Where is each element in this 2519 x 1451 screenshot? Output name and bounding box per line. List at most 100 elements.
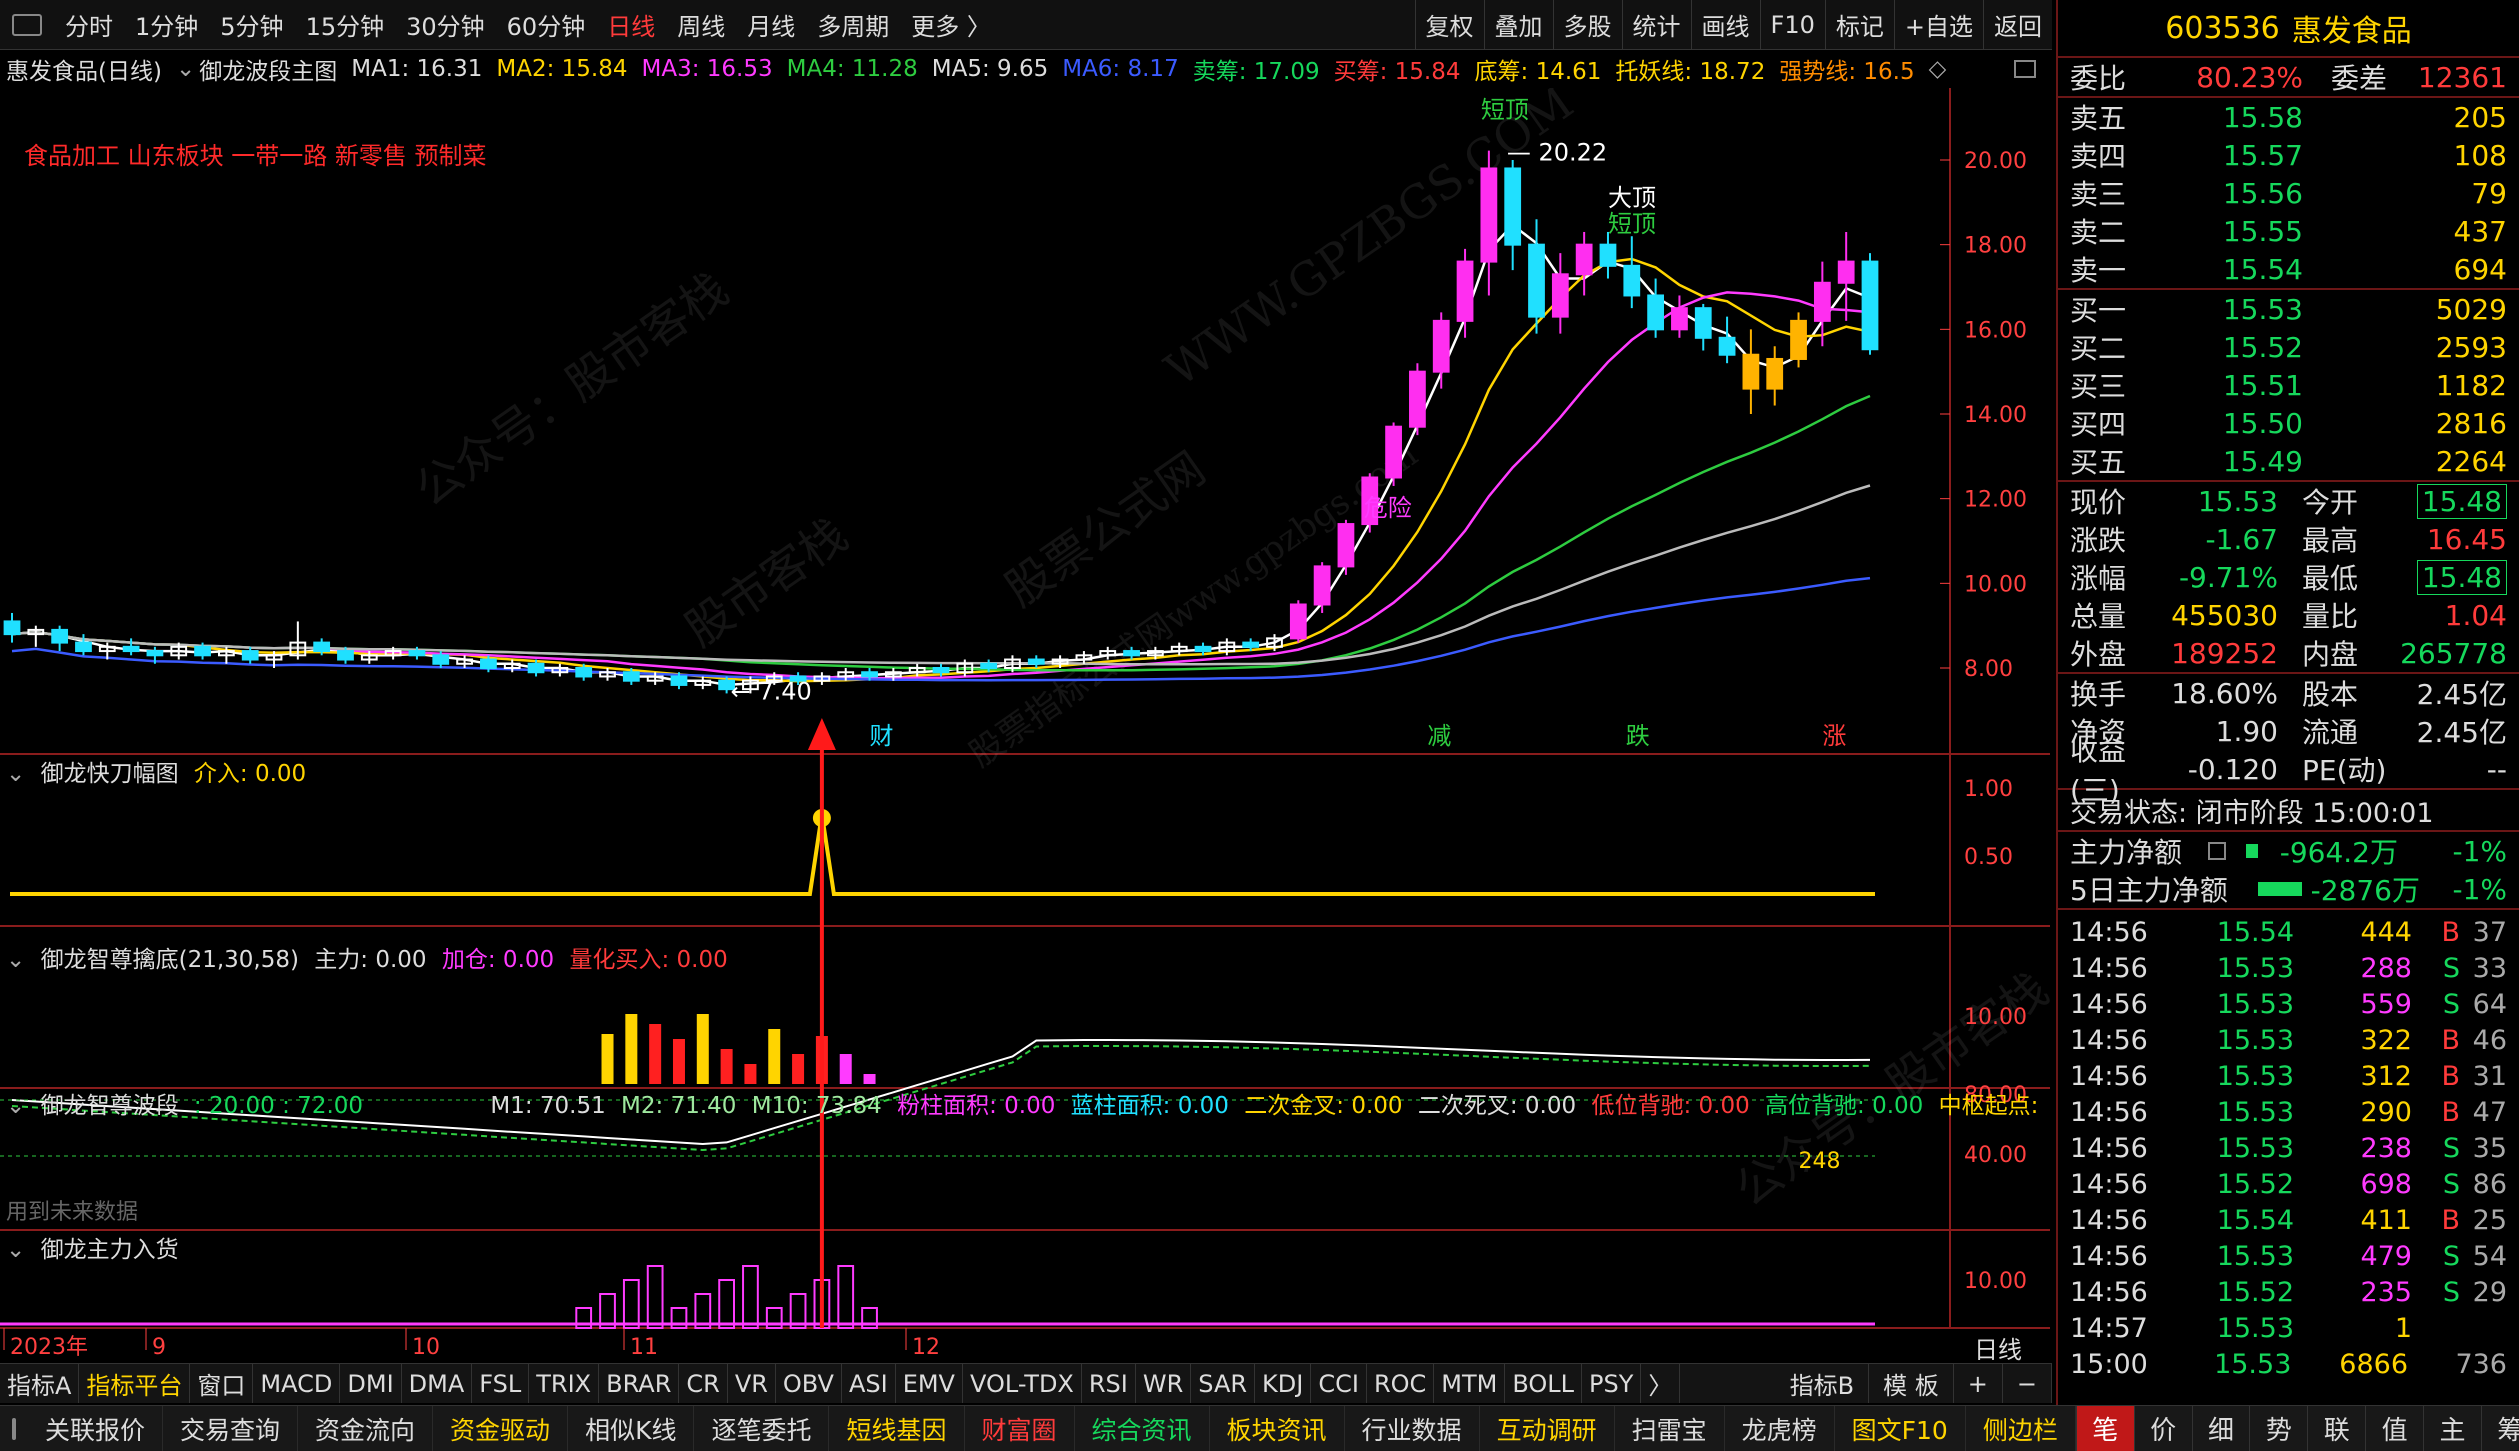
indicator-tab[interactable]: RSI xyxy=(1082,1364,1136,1403)
indicator-tab[interactable]: FSL xyxy=(472,1364,530,1403)
main-indicator-name[interactable]: 御龙波段主图 xyxy=(199,52,337,86)
book-row[interactable]: 卖三 15.56 79 xyxy=(2058,174,2519,212)
indicator-tab[interactable]: VR xyxy=(728,1364,776,1403)
tool-button[interactable]: +自选 xyxy=(1893,0,1983,49)
indicator-tab[interactable]: BRAR xyxy=(599,1364,680,1403)
book-row[interactable]: 买五 15.49 2264 xyxy=(2058,442,2519,480)
indicator-tab[interactable]: EMV xyxy=(896,1364,963,1403)
period-tab[interactable]: 60分钟 xyxy=(496,7,597,42)
side-tab[interactable]: 势 xyxy=(2249,1406,2307,1451)
collapse-icon[interactable]: ⌄ xyxy=(6,761,25,787)
book-row[interactable]: 卖四 15.57 108 xyxy=(2058,136,2519,174)
side-tab[interactable]: 值 xyxy=(2365,1406,2423,1451)
book-row[interactable]: 卖二 15.55 437 xyxy=(2058,212,2519,250)
period-tab[interactable]: 1分钟 xyxy=(124,7,209,42)
footer-link[interactable]: 逐笔委托 xyxy=(694,1406,830,1451)
side-tab[interactable]: 联 xyxy=(2307,1406,2365,1451)
indicator-control[interactable]: 指标B xyxy=(1776,1364,1870,1403)
kuaidao-name[interactable]: 御龙快刀幅图 xyxy=(41,761,179,787)
tool-button[interactable]: 返回 xyxy=(1983,0,2052,49)
footer-link[interactable]: 交易查询 xyxy=(163,1406,299,1451)
indicator-tab[interactable]: 〉 xyxy=(1641,1364,1681,1403)
side-tab[interactable]: 价 xyxy=(2133,1406,2192,1451)
tool-button[interactable]: 画线 xyxy=(1690,0,1760,49)
indicator-tab[interactable]: ASI xyxy=(842,1364,896,1403)
period-tab[interactable]: 15分钟 xyxy=(295,7,396,42)
indicator-tab[interactable]: 指标A xyxy=(0,1364,80,1403)
footer-link[interactable]: 互动调研 xyxy=(1480,1406,1615,1451)
indicator-tab[interactable]: WR xyxy=(1136,1364,1192,1403)
period-tab[interactable]: 30分钟 xyxy=(395,7,496,42)
footer-link[interactable]: 相似K线 xyxy=(568,1406,695,1451)
footer-link[interactable]: 扫雷宝 xyxy=(1615,1406,1725,1451)
footer-link[interactable]: 资金流向 xyxy=(298,1406,434,1451)
indicator-tab[interactable]: CCI xyxy=(1311,1364,1367,1403)
window-menu-icon[interactable] xyxy=(12,13,42,36)
indicator-tab[interactable]: SAR xyxy=(1191,1364,1256,1403)
side-tab[interactable]: 笔 xyxy=(2075,1406,2134,1451)
zhuli-name[interactable]: 御龙主力入货 xyxy=(41,1237,179,1263)
period-tab[interactable]: 周线 xyxy=(666,7,736,42)
footer-link[interactable]: 行业数据 xyxy=(1345,1406,1480,1451)
book-row[interactable]: 买一 15.53 5029 xyxy=(2058,290,2519,328)
indicator-tab[interactable]: MTM xyxy=(1434,1364,1506,1403)
expand-icon[interactable]: ◇ xyxy=(1929,56,1947,82)
book-row[interactable]: 买三 15.51 1182 xyxy=(2058,366,2519,404)
book-row[interactable]: 卖五 15.58 205 xyxy=(2058,98,2519,136)
side-tab[interactable]: 细 xyxy=(2191,1406,2250,1451)
footer-link[interactable]: 综合资讯 xyxy=(1075,1406,1210,1451)
period-tab[interactable]: 更多 〉 xyxy=(900,7,1002,42)
footer-link[interactable]: 财富圈 xyxy=(965,1406,1075,1451)
indicator-tab[interactable]: CR xyxy=(679,1364,728,1403)
period-tab[interactable]: 5分钟 xyxy=(209,7,294,42)
collapse-icon[interactable]: ⌄ xyxy=(6,947,25,973)
indicator-control[interactable]: + xyxy=(1954,1364,2003,1403)
indicator-tab[interactable]: TRIX xyxy=(529,1364,600,1403)
indicator-tab[interactable]: 窗口 xyxy=(190,1364,254,1403)
zhizun-name[interactable]: 御龙智尊擒底(21,30,58) xyxy=(41,947,299,973)
tool-button[interactable]: 多股 xyxy=(1552,0,1622,49)
boduan-name[interactable]: 御龙智尊波段 xyxy=(41,1093,179,1119)
tool-button[interactable]: 标记 xyxy=(1824,0,1894,49)
tool-button[interactable]: 统计 xyxy=(1621,0,1691,49)
footer-right-link[interactable]: 侧边栏 xyxy=(1966,1406,2076,1451)
list-icon[interactable] xyxy=(2208,842,2226,860)
footer-link[interactable]: 关联报价 xyxy=(28,1406,164,1451)
collapse-icon[interactable]: ⌄ xyxy=(6,1237,25,1263)
indicator-tab[interactable]: BOLL xyxy=(1505,1364,1583,1403)
indicator-tab[interactable]: KDJ xyxy=(1255,1364,1312,1403)
trade-list[interactable]: 14:56 15.54 444 B 37 14:56 15.53 288 S 33 14:56 15.… xyxy=(2058,910,2519,1382)
footer-link[interactable]: 龙虎榜 xyxy=(1725,1406,1835,1451)
collapse-icon[interactable]: ⌄ xyxy=(176,56,195,82)
tool-button[interactable]: F10 xyxy=(1759,0,1825,49)
footer-link[interactable]: 资金驱动 xyxy=(433,1406,569,1451)
book-row[interactable]: 买四 15.50 2816 xyxy=(2058,404,2519,442)
menu-icon[interactable] xyxy=(12,1417,16,1440)
tool-button[interactable]: 复权 xyxy=(1414,0,1484,49)
side-tab[interactable]: 筹 xyxy=(2480,1406,2519,1451)
indicator-tab[interactable]: PSY xyxy=(1582,1364,1642,1403)
indicator-tab[interactable]: 指标平台 xyxy=(79,1364,191,1403)
side-tab[interactable]: 主 xyxy=(2423,1406,2481,1451)
period-tab[interactable]: 分时 xyxy=(54,7,124,42)
indicator-control[interactable]: − xyxy=(2003,1364,2052,1403)
collapse-icon[interactable]: ⌄ xyxy=(6,1093,25,1119)
indicator-tab[interactable]: OBV xyxy=(776,1364,842,1403)
period-tab[interactable]: 多周期 xyxy=(806,7,900,42)
chart-area[interactable]: 20.00 18.00 16.00 14.00 12.00 10.00 8.00 公众号：股市… xyxy=(0,88,2052,1363)
indicator-control[interactable]: 模 板 xyxy=(1869,1364,1954,1403)
footer-right-link[interactable]: 图文F10 xyxy=(1835,1406,1966,1451)
indicator-tab[interactable]: DMA xyxy=(402,1364,473,1403)
panel-toggle-icon[interactable] xyxy=(2014,60,2036,78)
footer-link[interactable]: 短线基因 xyxy=(829,1406,965,1451)
book-row[interactable]: 卖一 15.54 694 xyxy=(2058,250,2519,288)
tool-button[interactable]: 叠加 xyxy=(1483,0,1553,49)
indicator-tab[interactable]: VOL-TDX xyxy=(963,1364,1082,1403)
indicator-tab[interactable]: ROC xyxy=(1367,1364,1435,1403)
period-tab[interactable]: 月线 xyxy=(736,7,806,42)
indicator-tab[interactable]: DMI xyxy=(340,1364,402,1403)
book-row[interactable]: 买二 15.52 2593 xyxy=(2058,328,2519,366)
period-tab[interactable]: 日线 xyxy=(596,7,666,42)
footer-link[interactable]: 板块资讯 xyxy=(1210,1406,1345,1451)
indicator-tab[interactable]: MACD xyxy=(253,1364,341,1403)
